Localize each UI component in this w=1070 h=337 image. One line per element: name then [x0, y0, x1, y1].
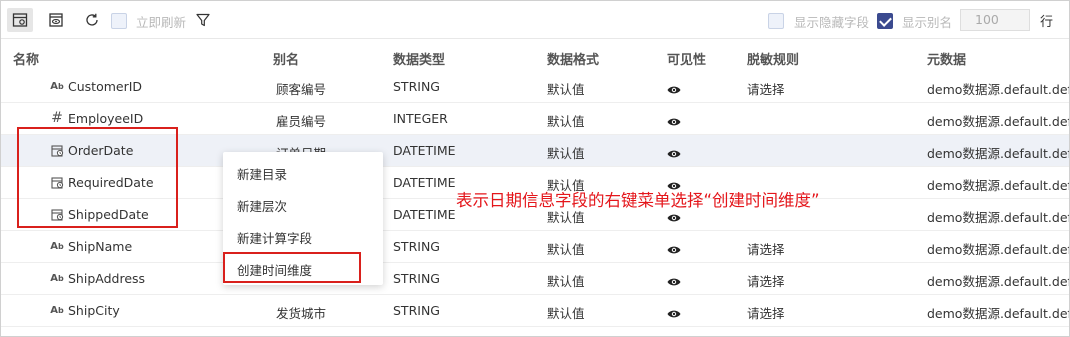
- visibility-eye-icon[interactable]: [667, 275, 681, 290]
- field-alias[interactable]: 发货城市: [276, 303, 326, 322]
- dataset-field-editor: 立即刷新 显示隐藏字段 显示别名 100 行 名称 别名 数据类型 数据格式 可…: [0, 0, 1070, 337]
- field-metadata: demo数据源.default.defa: [927, 82, 1070, 97]
- field-data-type[interactable]: INTEGER: [393, 111, 448, 126]
- field-metadata: demo数据源.default.defa: [927, 242, 1070, 257]
- text-field-icon: Ab: [50, 80, 64, 92]
- show-hidden-fields-checkbox[interactable]: [768, 13, 784, 29]
- field-masking-rule[interactable]: 请选择: [747, 239, 785, 258]
- filter-icon: [196, 13, 210, 27]
- field-data-format[interactable]: 默认值: [547, 239, 585, 258]
- column-header-name[interactable]: 名称: [13, 49, 39, 68]
- field-alias[interactable]: 顾客编号: [276, 79, 326, 98]
- column-header-metadata[interactable]: 元数据: [927, 49, 966, 68]
- table-row[interactable]: Ab CustomerID 顾客编号 STRING 默认值 请选择 demo数据源.defa…: [1, 71, 1070, 103]
- table-row[interactable]: Ab ShipName STRING 默认值 请选择 demo数据源.default.de…: [1, 231, 1070, 263]
- menu-item-new-folder[interactable]: 新建目录: [237, 164, 287, 183]
- column-header-alias[interactable]: 别名: [273, 49, 299, 68]
- refresh-button[interactable]: [79, 8, 105, 32]
- column-header-masking-rule[interactable]: 脱敏规则: [747, 49, 799, 68]
- time-dimension-highlight-box: [223, 252, 361, 283]
- show-hidden-fields-label: 显示隐藏字段: [794, 15, 870, 30]
- visibility-eye-icon[interactable]: [667, 243, 681, 258]
- table-row[interactable]: Ab ShipAddress STRING 默认值 请选择 demo数据源.default…: [1, 263, 1070, 295]
- refresh-icon: [86, 13, 98, 26]
- row-count-input[interactable]: 100: [960, 9, 1030, 31]
- field-metadata: demo数据源.default.defa: [927, 274, 1070, 289]
- table-settings-icon: [12, 13, 28, 27]
- preview-button[interactable]: [43, 8, 69, 32]
- annotation-text: 表示日期信息字段的右键菜单选择“创建时间维度”: [456, 191, 820, 210]
- field-data-format[interactable]: 默认值: [547, 111, 585, 130]
- text-field-icon: Ab: [50, 240, 64, 252]
- field-data-type[interactable]: STRING: [393, 239, 440, 254]
- field-data-type[interactable]: STRING: [393, 271, 440, 286]
- visibility-eye-icon[interactable]: [667, 307, 681, 322]
- refresh-now-checkbox[interactable]: [111, 13, 127, 29]
- field-name: CustomerID: [68, 79, 143, 94]
- field-masking-rule[interactable]: 请选择: [747, 303, 785, 322]
- table-row[interactable]: Ab ShipCity 发货城市 STRING 默认值 请选择 demo数据源.defaul…: [1, 295, 1070, 327]
- field-data-type[interactable]: STRING: [393, 303, 440, 318]
- field-masking-rule[interactable]: 请选择: [747, 79, 785, 98]
- show-alias-checkbox[interactable]: [877, 13, 893, 29]
- refresh-now-label: 立即刷新: [136, 15, 187, 30]
- field-name: ShipName: [68, 239, 133, 254]
- menu-item-new-calculated-field[interactable]: 新建计算字段: [237, 228, 312, 247]
- number-field-icon: #: [51, 110, 63, 126]
- field-data-format[interactable]: 默认值: [547, 143, 585, 162]
- visibility-eye-icon[interactable]: [667, 83, 681, 98]
- date-fields-highlight-box: [17, 127, 178, 228]
- row-unit-label: 行: [1040, 15, 1054, 30]
- toolbar: 立即刷新 显示隐藏字段 显示别名 100 行: [1, 1, 1069, 39]
- field-data-type[interactable]: DATETIME: [393, 143, 456, 158]
- column-header-visibility[interactable]: 可见性: [667, 49, 706, 68]
- field-data-format[interactable]: 默认值: [547, 303, 585, 322]
- visibility-eye-icon[interactable]: [667, 147, 681, 162]
- field-metadata: demo数据源.default.defa: [927, 210, 1070, 225]
- field-masking-rule[interactable]: 请选择: [747, 271, 785, 290]
- column-header-data-format[interactable]: 数据格式: [547, 49, 599, 68]
- visibility-eye-icon[interactable]: [667, 211, 681, 226]
- visibility-eye-icon[interactable]: [667, 115, 681, 130]
- filter-button[interactable]: [190, 8, 216, 32]
- text-field-icon: Ab: [50, 304, 64, 316]
- field-metadata: demo数据源.default.defa: [927, 306, 1070, 321]
- field-data-type[interactable]: STRING: [393, 79, 440, 94]
- field-data-format[interactable]: 默认值: [547, 79, 585, 98]
- preview-icon: [49, 13, 63, 27]
- field-data-type[interactable]: DATETIME: [393, 207, 456, 222]
- field-metadata: demo数据源.default.defa: [927, 114, 1070, 129]
- column-header-data-type[interactable]: 数据类型: [393, 49, 445, 68]
- field-metadata: demo数据源.default.defa: [927, 146, 1070, 161]
- field-name: ShipAddress: [68, 271, 146, 286]
- field-metadata: demo数据源.default.defa: [927, 178, 1070, 193]
- menu-item-new-hierarchy[interactable]: 新建层次: [237, 196, 287, 215]
- text-field-icon: Ab: [50, 272, 64, 284]
- show-alias-label: 显示别名: [902, 15, 953, 30]
- field-data-type[interactable]: DATETIME: [393, 175, 456, 190]
- field-data-format[interactable]: 默认值: [547, 271, 585, 290]
- field-alias[interactable]: 雇员编号: [276, 111, 326, 130]
- field-name: ShipCity: [68, 303, 120, 318]
- table-header: 名称 别名 数据类型 数据格式 可见性 脱敏规则 元数据: [1, 41, 1069, 71]
- field-settings-button[interactable]: [7, 8, 33, 32]
- field-name: EmployeeID: [68, 111, 144, 126]
